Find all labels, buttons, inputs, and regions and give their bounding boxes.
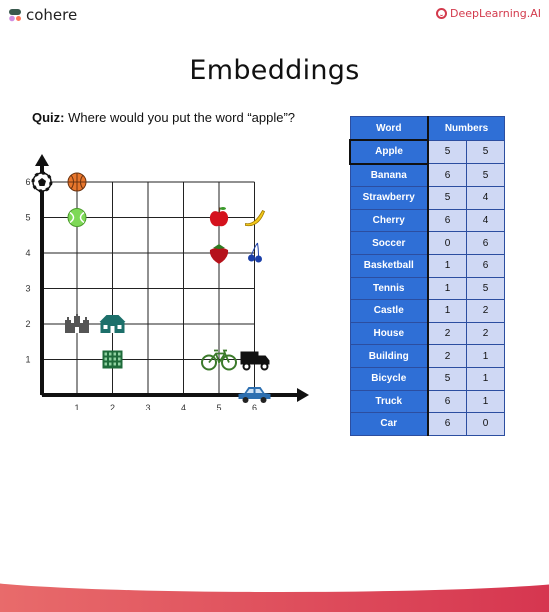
table-row: Cherry 6 4 [349, 208, 505, 233]
row-number-b: 1 [466, 389, 505, 414]
row-word: Bicycle [349, 366, 429, 391]
row-number-a: 6 [427, 389, 467, 414]
row-number-b: 2 [466, 299, 505, 323]
table-header-row: Word Numbers [349, 116, 505, 141]
deeplearning-mark-icon [435, 8, 447, 19]
table-row: Truck 6 1 [349, 389, 505, 414]
table-row: Building 2 1 [349, 344, 505, 368]
row-word: Banana [349, 163, 429, 188]
row-number-b: 4 [466, 186, 505, 210]
apple-icon [209, 207, 229, 227]
row-number-a: 1 [427, 276, 467, 301]
row-number-b: 1 [466, 344, 505, 368]
row-word: Basketball [349, 253, 429, 278]
row-number-a: 2 [427, 321, 467, 346]
table-row: Strawberry 5 4 [349, 186, 505, 210]
table-body: Apple 5 5 Banana 6 5 Strawberry 5 4 Cherry 6 4 Socce… [349, 139, 505, 436]
row-number-a: 6 [427, 163, 467, 188]
x-tick-label: 3 [145, 403, 150, 410]
row-number-b: 4 [466, 208, 505, 233]
basketball-icon [67, 172, 87, 192]
row-word: Cherry [349, 208, 429, 233]
table-row: Basketball 1 6 [349, 253, 505, 278]
table-row: House 2 2 [349, 321, 505, 346]
table-row: Tennis 1 5 [349, 276, 505, 301]
page-title: Embeddings [189, 55, 360, 86]
row-number-a: 5 [427, 186, 467, 210]
row-word: Apple [349, 139, 429, 165]
row-word: Strawberry [349, 186, 429, 210]
table-row: Banana 6 5 [349, 163, 505, 188]
strawberry-icon [209, 244, 229, 264]
soccer-ball-icon [31, 171, 53, 193]
row-number-a: 5 [427, 366, 467, 391]
vector-table: Word Numbers Apple 5 5 Banana 6 5 Strawberry 5 4… [349, 116, 505, 436]
table-row: Castle 1 2 [349, 299, 505, 323]
row-number-a: 6 [427, 208, 467, 233]
table-row: Apple 5 5 [349, 139, 505, 165]
bottom-decor-band [0, 562, 549, 612]
y-tick-label: 5 [25, 213, 30, 223]
row-word: House [349, 321, 429, 346]
row-number-b: 5 [466, 139, 505, 165]
deeplearning-logo: DeepLearning.AI [435, 7, 541, 20]
quiz-label: Quiz: [32, 110, 65, 125]
row-number-b: 5 [466, 276, 505, 301]
cohere-wordmark: cohere [26, 6, 78, 24]
row-number-b: 2 [466, 321, 505, 346]
x-tick-label: 5 [216, 403, 221, 410]
x-tick-label: 4 [181, 403, 186, 410]
quiz-text: Where would you put the word “apple”? [68, 110, 296, 125]
row-number-a: 2 [427, 344, 467, 368]
row-number-a: 5 [427, 139, 467, 165]
building-icon [102, 350, 123, 369]
quiz-prompt: Quiz: Where would you put the word “appl… [32, 110, 295, 125]
deeplearning-wordmark: DeepLearning.AI [449, 7, 541, 20]
car-icon [238, 387, 271, 403]
x-tick-label: 2 [110, 403, 115, 410]
y-tick-label: 3 [25, 284, 30, 294]
row-number-a: 1 [427, 299, 467, 323]
header-numbers: Numbers [427, 116, 505, 141]
cohere-mark-icon [8, 8, 22, 22]
row-number-b: 6 [466, 231, 505, 255]
table-row: Car 6 0 [349, 412, 505, 436]
tennis-ball-icon [67, 208, 87, 227]
y-axis-arrow [35, 154, 49, 166]
x-tick-label: 1 [74, 403, 79, 410]
row-number-b: 6 [466, 253, 505, 278]
scatter-chart: 1 2 3 4 5 6 1 2 3 4 5 6 [25, 154, 309, 410]
y-tick-label: 6 [25, 177, 30, 187]
x-axis-arrow [297, 388, 309, 402]
table-row: Bicycle 5 1 [349, 366, 505, 391]
x-tick-label: 6 [252, 403, 257, 410]
header-word: Word [349, 116, 429, 141]
house-icon [99, 315, 126, 333]
row-word: Truck [349, 389, 429, 414]
y-tick-label: 4 [25, 248, 30, 258]
row-number-a: 0 [427, 231, 467, 255]
row-number-b: 0 [466, 412, 505, 436]
row-word: Building [349, 344, 429, 368]
row-number-a: 1 [427, 253, 467, 278]
row-number-b: 1 [466, 366, 505, 391]
slide: cohere DeepLearning.AI Embeddings Quiz: … [0, 0, 549, 612]
row-word: Car [349, 412, 429, 436]
row-word: Castle [349, 299, 429, 323]
row-word: Tennis [349, 276, 429, 301]
table-row: Soccer 0 6 [349, 231, 505, 255]
cohere-logo: cohere [8, 6, 77, 24]
y-tick-label: 2 [25, 319, 30, 329]
y-tick-label: 1 [25, 355, 30, 365]
row-word: Soccer [349, 231, 429, 255]
row-number-a: 6 [427, 412, 467, 436]
castle-icon [65, 314, 89, 333]
row-number-b: 5 [466, 163, 505, 188]
